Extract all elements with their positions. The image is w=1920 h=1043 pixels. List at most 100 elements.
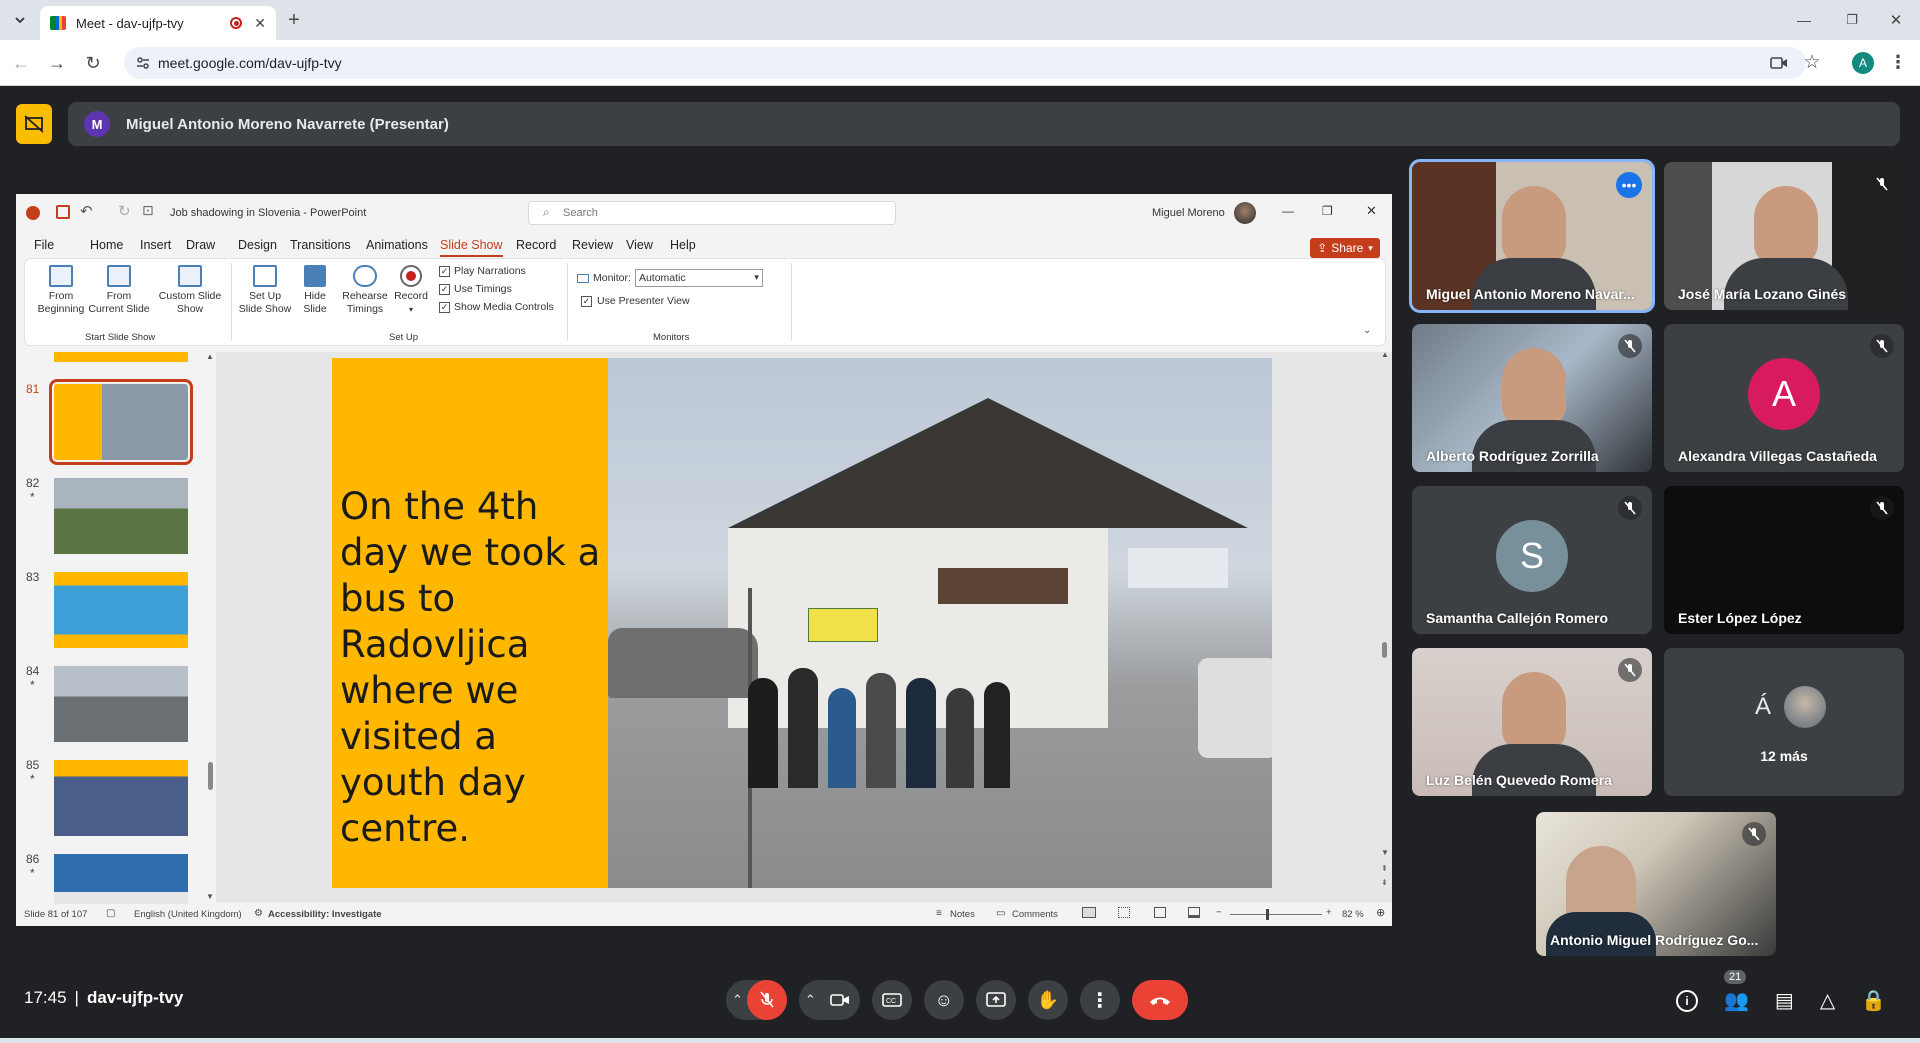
fit-slide-icon[interactable]: ⊕: [1376, 906, 1385, 919]
participant-tile[interactable]: S Samantha Callejón Romero: [1412, 486, 1652, 634]
menu-tab-design[interactable]: Design: [238, 238, 277, 252]
previous-thumbnail-partial[interactable]: [54, 352, 188, 362]
meeting-details-icon[interactable]: i: [1676, 989, 1698, 1012]
from-beginning-button[interactable]: From Beginning: [35, 265, 87, 316]
menu-tab-record[interactable]: Record: [516, 238, 556, 252]
spellcheck-icon[interactable]: ▢: [106, 908, 115, 919]
participant-tile[interactable]: A Alexandra Villegas Castañeda: [1664, 324, 1904, 472]
rehearse-timings-button[interactable]: Rehearse Timings: [341, 265, 389, 316]
video-options-chevron-icon[interactable]: ⌃: [805, 992, 816, 1008]
ppt-minimize-icon[interactable]: —: [1282, 204, 1294, 218]
participant-tile[interactable]: José María Lozano Ginés: [1664, 162, 1904, 310]
record-button[interactable]: Record ▾: [391, 265, 431, 316]
audio-options-chevron-icon[interactable]: ⌃: [732, 992, 743, 1008]
save-icon[interactable]: [56, 205, 70, 219]
ppt-user-name[interactable]: Miguel Moreno: [1152, 207, 1225, 219]
raise-hand-button[interactable]: ✋: [1027, 980, 1068, 1020]
ppt-user-avatar[interactable]: [1234, 202, 1256, 224]
tab-close-icon[interactable]: ✕: [254, 15, 266, 32]
zoom-slider[interactable]: [1230, 909, 1322, 920]
ppt-close-icon[interactable]: ✕: [1366, 203, 1377, 219]
from-current-button[interactable]: From Current Slide: [87, 265, 151, 316]
present-icon[interactable]: ⊡: [142, 202, 154, 219]
language-status[interactable]: English (United Kingdom): [134, 909, 242, 920]
custom-slide-show-button[interactable]: Custom Slide Show: [155, 265, 225, 316]
share-button[interactable]: ⇪ Share ▾: [1310, 238, 1380, 258]
collapse-ribbon-icon[interactable]: ⌄: [1363, 325, 1371, 336]
slide-scroll-thumb[interactable]: [1382, 642, 1387, 658]
slide-thumbnail[interactable]: [54, 478, 188, 554]
tab-search-icon[interactable]: [8, 10, 32, 30]
self-view-tile[interactable]: Antonio Miguel Rodríguez Go...: [1536, 812, 1776, 956]
menu-tab-help[interactable]: Help: [670, 238, 696, 252]
play-narrations-checkbox[interactable]: ✓ Play Narrations: [439, 265, 554, 277]
thumbnail-scrollbar[interactable]: ▲ ▼: [206, 352, 214, 902]
thumbnail-scroll-thumb[interactable]: [208, 762, 213, 790]
participant-tile[interactable]: Alberto Rodríguez Zorrilla: [1412, 324, 1652, 472]
zoom-out-icon[interactable]: −: [1216, 907, 1222, 918]
hide-slide-button[interactable]: Hide Slide: [297, 265, 333, 316]
address-bar[interactable]: meet.google.com/dav-ujfp-tvy: [124, 47, 1806, 79]
accessibility-status[interactable]: Accessibility: Investigate: [268, 909, 382, 920]
notes-button[interactable]: Notes: [950, 909, 975, 920]
slide-thumbnail[interactable]: [54, 572, 188, 648]
undo-icon[interactable]: ↶: [80, 202, 93, 220]
present-now-button[interactable]: [975, 980, 1016, 1020]
reactions-button[interactable]: ☺: [923, 980, 964, 1020]
chat-icon[interactable]: ▤: [1775, 988, 1794, 1013]
zoom-slider-thumb[interactable]: [1266, 909, 1269, 920]
people-icon[interactable]: 👥 21: [1724, 970, 1749, 1013]
setup-show-button[interactable]: Set Up Slide Show: [237, 265, 293, 316]
use-timings-checkbox[interactable]: ✓ Use Timings: [439, 283, 554, 295]
back-icon[interactable]: ←: [10, 52, 32, 74]
slide-sorter-icon[interactable]: [1118, 907, 1130, 918]
captions-button[interactable]: CC: [871, 980, 912, 1020]
reading-view-icon[interactable]: [1154, 907, 1166, 918]
menu-tab-transitions[interactable]: Transitions: [290, 238, 351, 252]
presenter-view-checkbox[interactable]: ✓ Use Presenter View: [581, 295, 690, 307]
more-options-button[interactable]: ⋮: [1079, 980, 1120, 1020]
chrome-menu-icon[interactable]: ⋮: [1888, 50, 1908, 74]
menu-tab-insert[interactable]: Insert: [140, 238, 171, 252]
leave-call-button[interactable]: [1131, 980, 1188, 1020]
participant-tile[interactable]: Ester López López: [1664, 486, 1904, 634]
participant-tile[interactable]: Luz Belén Quevedo Romera: [1412, 648, 1652, 796]
slide-thumbnail[interactable]: [49, 379, 193, 465]
mic-toggle-button[interactable]: [746, 980, 787, 1020]
close-window-icon[interactable]: ✕: [1886, 10, 1906, 30]
forward-icon[interactable]: →: [46, 52, 68, 74]
reload-icon[interactable]: ↻: [82, 52, 104, 74]
activities-icon[interactable]: △: [1820, 988, 1835, 1013]
show-media-controls-checkbox[interactable]: ✓ Show Media Controls: [439, 301, 554, 313]
new-tab-icon[interactable]: +: [284, 9, 304, 31]
monitor-select[interactable]: Automatic ▾: [634, 269, 763, 287]
restore-window-icon[interactable]: ❐: [1842, 10, 1862, 30]
host-controls-icon[interactable]: 🔒: [1861, 988, 1886, 1013]
menu-tab-draw[interactable]: Draw: [186, 238, 215, 252]
slide-thumbnail[interactable]: [54, 666, 188, 742]
slideshow-view-icon[interactable]: [1188, 907, 1200, 918]
site-info-icon[interactable]: [136, 56, 150, 70]
menu-tab-home[interactable]: Home: [90, 238, 123, 252]
participant-tile[interactable]: Miguel Antonio Moreno Navar... •••: [1409, 159, 1655, 313]
slide-thumbnail[interactable]: [54, 760, 188, 836]
camera-toggle-button[interactable]: [819, 980, 860, 1020]
menu-tab-animations[interactable]: Animations: [366, 238, 428, 252]
ppt-search-box[interactable]: ⌕ Search: [528, 201, 896, 225]
menu-tab-view[interactable]: View: [626, 238, 653, 252]
zoom-level[interactable]: 82 %: [1342, 909, 1364, 920]
speaking-indicator-icon[interactable]: •••: [1616, 172, 1642, 198]
presentation-icon[interactable]: [16, 104, 52, 144]
zoom-in-icon[interactable]: +: [1326, 907, 1332, 918]
menu-tab-slide-show[interactable]: Slide Show: [440, 238, 503, 257]
camera-in-use-icon[interactable]: [1768, 52, 1790, 74]
menu-tab-file[interactable]: File: [34, 238, 54, 252]
ppt-restore-icon[interactable]: ❐: [1322, 204, 1333, 218]
comments-button[interactable]: Comments: [1012, 909, 1058, 920]
slide-scrollbar[interactable]: ▲ ▼ ⇞ ⇟: [1380, 350, 1390, 902]
browser-tab[interactable]: Meet - dav-ujfp-tvy ✕: [40, 6, 276, 40]
minimize-window-icon[interactable]: —: [1794, 10, 1814, 30]
redo-icon[interactable]: ↻: [118, 202, 131, 220]
more-participants-label[interactable]: 12 más: [1664, 748, 1904, 764]
bookmark-star-icon[interactable]: ☆: [1800, 50, 1824, 74]
